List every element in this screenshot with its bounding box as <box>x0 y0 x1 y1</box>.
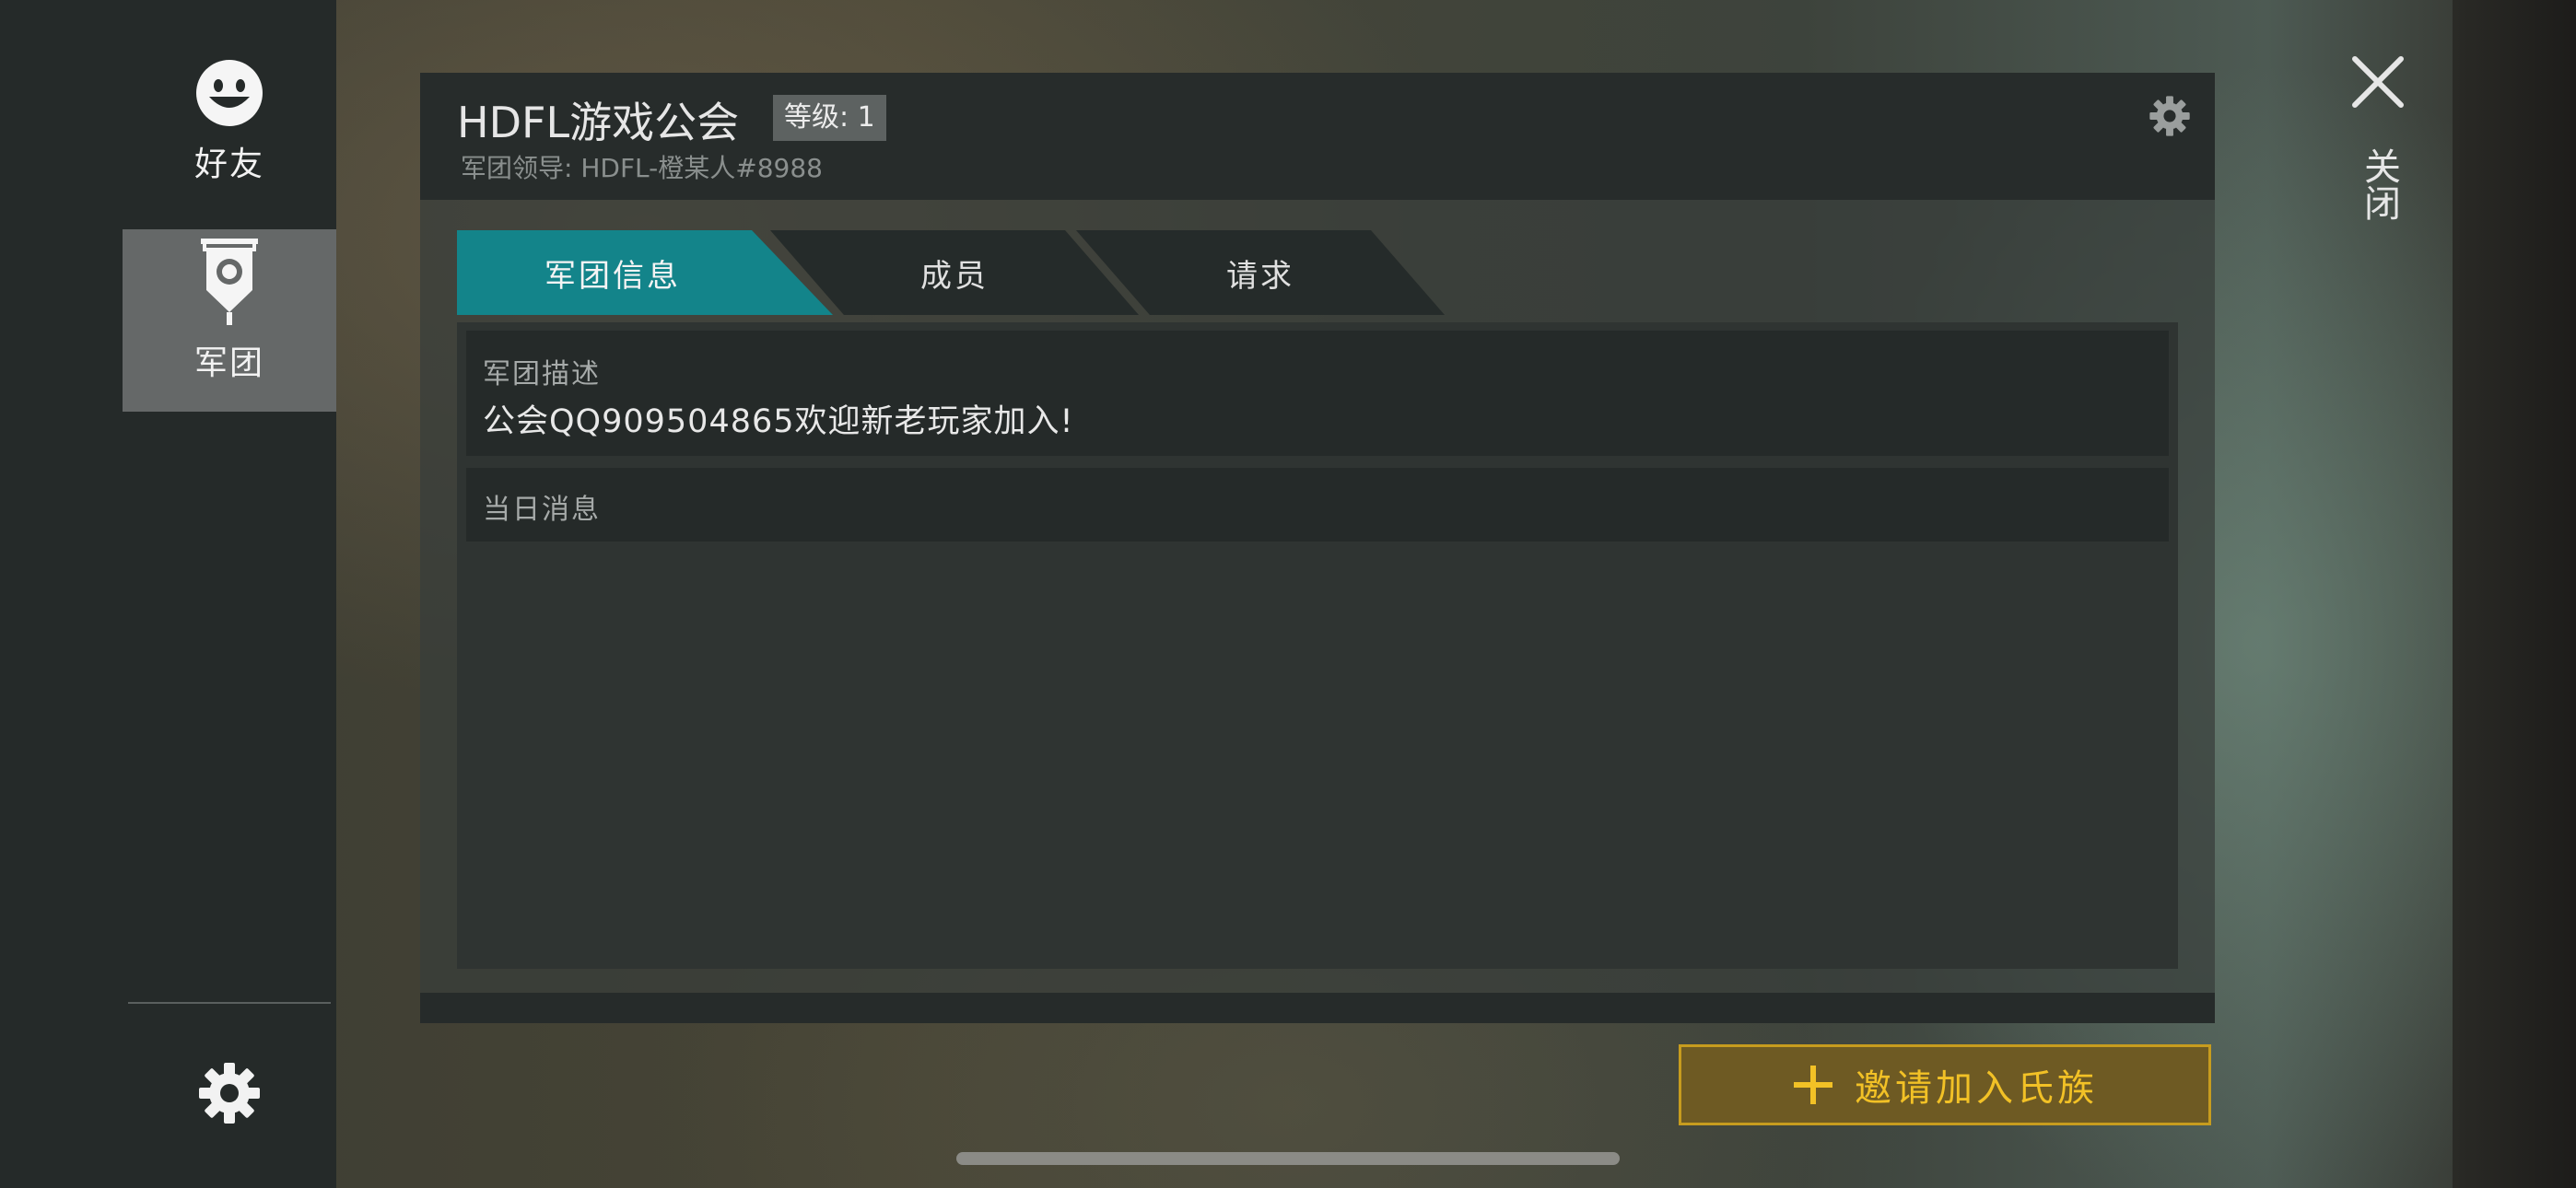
tab-guild-info[interactable]: 军团信息 <box>457 230 833 315</box>
tab-label: 成员 <box>920 257 989 295</box>
close-label[interactable]: 关闭 <box>2358 147 2400 221</box>
guild-leader: 军团领导: HDFL-橙某人#8988 <box>461 153 823 183</box>
plus-icon <box>1792 1064 1834 1106</box>
gear-icon <box>2149 96 2191 141</box>
tab-label: 请求 <box>1226 257 1294 295</box>
tab-requests[interactable]: 请求 <box>1076 230 1445 315</box>
level-badge: 等级: 1 <box>773 95 886 141</box>
guild-settings-button[interactable] <box>2149 95 2191 137</box>
close-icon <box>2349 56 2406 114</box>
panel-footer <box>420 993 2215 1023</box>
sidebar-item-legion[interactable]: 军团 <box>123 229 336 412</box>
sidebar-item-friends[interactable]: 好友 <box>123 53 336 236</box>
sidebar-divider <box>128 1002 331 1004</box>
gear-icon <box>197 1063 262 1129</box>
legion-banner-icon <box>197 235 262 331</box>
smiley-face-icon <box>194 58 264 132</box>
description-card: 军团描述 公会QQ909504865欢迎新老玩家加入! <box>466 331 2169 456</box>
description-title: 军团描述 <box>483 358 601 390</box>
guild-header: HDFL游戏公会 等级: 1 军团领导: HDFL-橙某人#8988 <box>420 73 2215 200</box>
invite-label: 邀请加入氏族 <box>1855 1067 2098 1110</box>
home-indicator[interactable] <box>956 1152 1620 1165</box>
daily-message-card: 当日消息 <box>466 468 2169 542</box>
sidebar-item-label: 好友 <box>193 146 264 183</box>
close-button[interactable] <box>2349 53 2406 111</box>
description-text: 公会QQ909504865欢迎新老玩家加入! <box>483 403 1074 440</box>
guild-tabs: 成员 请求 军团信息 <box>457 230 1470 315</box>
sidebar-settings-button[interactable] <box>197 1061 262 1125</box>
guild-name: HDFL游戏公会 <box>457 98 740 147</box>
daily-message-title: 当日消息 <box>483 494 601 526</box>
guild-panel: HDFL游戏公会 等级: 1 军团领导: HDFL-橙某人#8988 成员 请求… <box>420 73 2215 1023</box>
guild-info-content: 军团描述 公会QQ909504865欢迎新老玩家加入! 当日消息 <box>457 322 2178 969</box>
invite-to-clan-button[interactable]: 邀请加入氏族 <box>1679 1044 2211 1125</box>
sidebar: 好友 军团 <box>0 0 336 1188</box>
right-edge-strip <box>2453 0 2576 1188</box>
tab-label: 军团信息 <box>544 257 681 295</box>
sidebar-item-label: 军团 <box>193 344 264 382</box>
